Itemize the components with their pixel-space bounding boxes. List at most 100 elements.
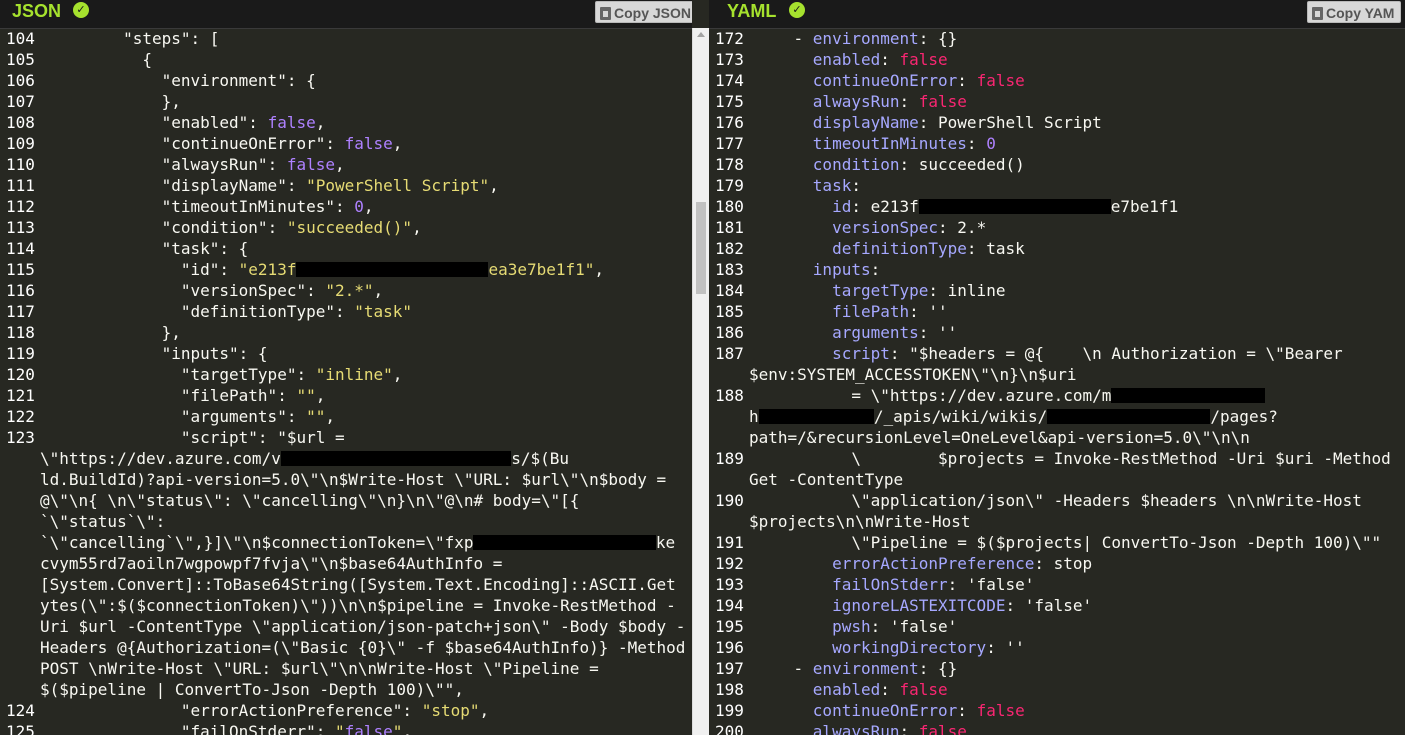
code-text: "steps": [ bbox=[123, 29, 220, 48]
line-number: 106 bbox=[6, 71, 35, 90]
line-number: 178 bbox=[715, 155, 744, 174]
code-line: 109 "continueOnError": false, bbox=[0, 133, 692, 154]
json-title: JSON bbox=[12, 1, 62, 21]
json-header: JSON ✓ Copy JSON bbox=[0, 0, 692, 29]
code-text: task: bbox=[812, 176, 861, 195]
code-line: 199 continueOnError: false bbox=[709, 700, 1405, 721]
code-text: { bbox=[46, 50, 152, 69]
code-line: 174 continueOnError: false bbox=[709, 70, 1405, 91]
json-scrollbar[interactable] bbox=[692, 28, 709, 735]
code-text: enabled: false bbox=[812, 680, 948, 699]
code-text: `\"status`\": bbox=[40, 512, 166, 531]
code-line: h/_apis/wiki/wikis//pages? bbox=[709, 406, 1405, 427]
copy-yaml-label: Copy YAM bbox=[1326, 5, 1395, 21]
line-number: 121 bbox=[6, 386, 35, 405]
code-line: $env:SYSTEM_ACCESSTOKEN\"\n}\n$uri bbox=[709, 364, 1405, 385]
code-text: "definitionType": "task" bbox=[180, 302, 413, 321]
line-number: 192 bbox=[715, 554, 744, 573]
code-line: 115 "id": "e213f ea3e7be1f1", bbox=[0, 259, 692, 280]
code-text: Headers @{Authorization=(\"Basic {0}\" -… bbox=[40, 638, 686, 657]
code-text: alwaysRun: false bbox=[812, 722, 967, 735]
code-text: arguments: '' bbox=[832, 323, 958, 342]
code-line: 195 pwsh: 'false' bbox=[709, 616, 1405, 637]
line-number: 190 bbox=[715, 491, 744, 510]
code-line: 173 enabled: false bbox=[709, 49, 1405, 70]
code-line: 107 }, bbox=[0, 91, 692, 112]
code-line: Headers @{Authorization=(\"Basic {0}\" -… bbox=[0, 637, 692, 658]
code-text: "enabled": false, bbox=[161, 113, 326, 132]
code-line: ld.BuildId)?api-version=5.0\"\n$Write-Ho… bbox=[0, 469, 692, 490]
line-number: 105 bbox=[6, 50, 35, 69]
code-line: 194 ignoreLASTEXITCODE: 'false' bbox=[709, 595, 1405, 616]
json-panel: JSON ✓ Copy JSON 104 "steps": [105 {106 … bbox=[0, 0, 692, 735]
code-line: 182 definitionType: task bbox=[709, 238, 1405, 259]
code-text: "script": "$url = bbox=[180, 428, 345, 447]
code-line: 122 "arguments": "", bbox=[0, 406, 692, 427]
code-text: continueOnError: false bbox=[812, 71, 1025, 90]
code-line: $projects\n\nWrite-Host bbox=[709, 511, 1405, 532]
code-line: 108 "enabled": false, bbox=[0, 112, 692, 133]
line-number: 196 bbox=[715, 638, 744, 657]
code-line: 183 inputs: bbox=[709, 259, 1405, 280]
code-line: 125 "failOnStderr": "false", bbox=[0, 721, 692, 735]
code-line: ytes(\":$($connectionToken)\"))\n\n$pipe… bbox=[0, 595, 692, 616]
code-text: "id": "e213f ea3e7be1f1", bbox=[180, 260, 605, 279]
code-line: 179 task: bbox=[709, 175, 1405, 196]
yaml-code-editor[interactable]: 172 - environment: {} 173 enabled: false 1… bbox=[709, 28, 1405, 735]
code-line: 198 enabled: false bbox=[709, 679, 1405, 700]
line-number: 189 bbox=[715, 449, 744, 468]
line-number: 182 bbox=[715, 239, 744, 258]
line-number: 181 bbox=[715, 218, 744, 237]
code-line: 200 alwaysRun: false bbox=[709, 721, 1405, 735]
line-number: 186 bbox=[715, 323, 744, 342]
redaction-bar bbox=[1047, 409, 1211, 424]
line-number: 107 bbox=[6, 92, 35, 111]
code-line: `\"cancelling`\",}]\"\n$connectionToken=… bbox=[0, 532, 692, 553]
code-text: failOnStderr: 'false' bbox=[832, 575, 1035, 594]
code-line: 189 \ $projects = Invoke-RestMethod -Uri… bbox=[709, 448, 1405, 469]
redaction-bar bbox=[1111, 388, 1266, 403]
code-text: $($pipeline | ConvertTo-Json -Depth 100)… bbox=[40, 680, 464, 699]
code-text: pwsh: 'false' bbox=[832, 617, 958, 636]
code-text: id: e213f e7be1f1 bbox=[832, 197, 1179, 216]
code-line: Uri $url -ContentType \"application/json… bbox=[0, 616, 692, 637]
code-text: "environment": { bbox=[161, 71, 316, 90]
line-number: 115 bbox=[6, 260, 35, 279]
redaction-bar bbox=[280, 451, 512, 466]
code-text: - environment: {} bbox=[755, 29, 958, 48]
line-number: 114 bbox=[6, 239, 35, 258]
line-number: 199 bbox=[715, 701, 744, 720]
json-code-editor[interactable]: 104 "steps": [105 {106 "environment": {1… bbox=[0, 28, 692, 735]
clipboard-icon bbox=[600, 7, 611, 20]
code-text: "displayName": "PowerShell Script", bbox=[161, 176, 499, 195]
copy-json-button[interactable]: Copy JSON bbox=[595, 1, 692, 23]
copy-json-label: Copy JSON bbox=[614, 5, 692, 21]
copy-yaml-button[interactable]: Copy YAM bbox=[1307, 1, 1402, 23]
code-text: POST \nWrite-Host \"URL: $url\"\n\nWrite… bbox=[40, 659, 599, 678]
scrollbar-thumb[interactable] bbox=[696, 202, 706, 294]
valid-check-icon: ✓ bbox=[73, 2, 89, 18]
code-text: $env:SYSTEM_ACCESSTOKEN\"\n}\n$uri bbox=[749, 365, 1077, 384]
code-line: 190 \"application/json\" -Headers $heade… bbox=[709, 490, 1405, 511]
code-line: \"https://dev.azure.com/v s/$(Bu bbox=[0, 448, 692, 469]
line-number: 113 bbox=[6, 218, 35, 237]
code-text: @\"\n{ \n\"status\": \"cancelling\"\n}\n… bbox=[40, 491, 580, 510]
code-text: - environment: {} bbox=[755, 659, 958, 678]
line-number: 118 bbox=[6, 323, 35, 342]
code-text: ld.BuildId)?api-version=5.0\"\n$Write-Ho… bbox=[40, 470, 667, 489]
line-number: 109 bbox=[6, 134, 35, 153]
code-text: versionSpec: 2.* bbox=[832, 218, 987, 237]
line-number: 195 bbox=[715, 617, 744, 636]
code-line: 123 "script": "$url = bbox=[0, 427, 692, 448]
line-number: 180 bbox=[715, 197, 744, 216]
code-text: cvym55rd7aoiln7wgpowpf7fvja\"\n$base64Au… bbox=[40, 554, 503, 573]
code-line: 176 displayName: PowerShell Script bbox=[709, 112, 1405, 133]
code-text: "arguments": "", bbox=[180, 407, 335, 426]
code-text: condition: succeeded() bbox=[812, 155, 1025, 174]
scroll-up-arrow-icon[interactable] bbox=[697, 32, 705, 37]
code-line: 114 "task": { bbox=[0, 238, 692, 259]
code-line: 124 "errorActionPreference": "stop", bbox=[0, 700, 692, 721]
line-number: 119 bbox=[6, 344, 35, 363]
code-line: 112 "timeoutInMinutes": 0, bbox=[0, 196, 692, 217]
code-text: \"Pipeline = $($projects| ConvertTo-Json… bbox=[755, 533, 1382, 552]
